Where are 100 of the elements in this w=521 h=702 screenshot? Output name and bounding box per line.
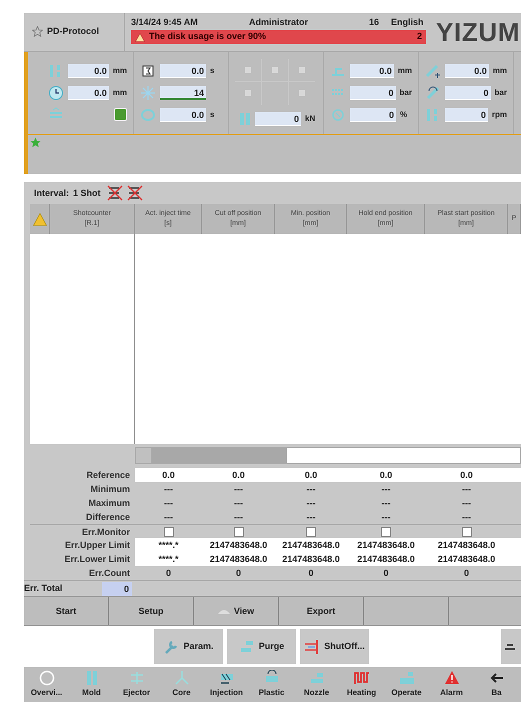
nav-tab[interactable]: Core (159, 667, 204, 702)
checkbox[interactable] (234, 526, 244, 537)
row-label: Maximum (87, 497, 131, 510)
row-label: Reference (85, 469, 131, 482)
table-cell[interactable]: 2147483648.0 (425, 552, 508, 566)
unit-label: mm (492, 64, 507, 77)
function-icon (297, 64, 307, 75)
nav-tab[interactable]: Ejector (114, 667, 159, 702)
unit-label: mm (112, 64, 127, 77)
unit-label: mm (398, 64, 412, 77)
table-cell[interactable]: 0.0 (275, 468, 347, 482)
table-cell-text: --- (461, 497, 472, 510)
user-name: Administrator (249, 16, 310, 30)
checkbox[interactable] (462, 526, 472, 537)
table-cell[interactable]: 0.0 (135, 468, 202, 482)
function-icon (243, 88, 253, 98)
value-field[interactable]: 0.0 (160, 64, 206, 78)
checkbox[interactable] (164, 526, 174, 537)
row-label: Err.Monitor (80, 526, 131, 538)
table-cell-text: 0 (307, 567, 314, 580)
heater-icon (354, 670, 370, 686)
interval-value: 1 Shot (73, 186, 101, 200)
warning-icon (32, 212, 46, 226)
value-field[interactable]: 0.0 (350, 64, 394, 78)
value-field[interactable]: 0.0 (160, 108, 206, 122)
unit-label: % (400, 108, 408, 121)
eye-icon (218, 608, 230, 614)
value-field[interactable]: 0.0 (68, 86, 109, 100)
table-cell-text: --- (163, 511, 174, 524)
table-cell[interactable]: ****.* (135, 538, 202, 552)
table-cell[interactable]: 2147483648.0 (202, 552, 275, 566)
table-cell[interactable]: 0.0 (425, 468, 508, 482)
table-cell-text: --- (163, 497, 174, 510)
table-cell[interactable]: ****.* (135, 552, 202, 566)
screen-title: PD-Protocol (47, 25, 100, 38)
table-cell-text: --- (233, 511, 244, 524)
nav-tab[interactable]: Overvi... (24, 667, 69, 702)
timer-icon (48, 84, 64, 101)
star-icon (30, 136, 41, 148)
table-cell-text: --- (163, 483, 174, 496)
value-field[interactable]: 0 (255, 112, 301, 126)
table-cell-text: --- (461, 483, 472, 496)
nav-tab[interactable]: Injection (204, 667, 249, 702)
horizontal-scrollbar[interactable] (135, 446, 521, 464)
gauge-icon (330, 106, 346, 123)
value-field[interactable]: 0 (445, 108, 488, 122)
action-button[interactable] (501, 629, 521, 664)
warning-icon (135, 32, 145, 42)
action-button[interactable]: Param. (154, 629, 223, 664)
nav-tab[interactable]: Plastic (249, 667, 294, 702)
table-cell[interactable]: 0.0 (202, 468, 275, 482)
function-icon (243, 64, 253, 75)
wrench-icon (163, 638, 180, 655)
action-button[interactable]: Purge (227, 629, 296, 664)
table-cell[interactable]: 2147483648.0 (202, 538, 275, 552)
table-cell[interactable]: 2147483648.0 (275, 538, 347, 552)
core-icon (174, 670, 190, 686)
action-button[interactable]: ShutOff... (300, 629, 369, 664)
nav-tab[interactable]: Heating (339, 667, 384, 702)
value-field[interactable]: 0 (445, 86, 491, 100)
rotation-icon (140, 106, 156, 123)
table-cell-text: --- (306, 483, 316, 496)
disabled-export-icon (106, 185, 123, 202)
table-cell[interactable]: 0.0 (347, 468, 425, 482)
counter-field: 14 (160, 86, 206, 100)
table-cell-text: 0 (462, 567, 470, 580)
table-cell[interactable]: 2147483648.0 (347, 538, 425, 552)
icon-cell[interactable] (262, 58, 288, 82)
table-cell-text: --- (306, 511, 316, 524)
value-field[interactable]: 0.0 (445, 64, 489, 78)
star-icon (32, 26, 43, 38)
nav-tab[interactable]: Nozzle (294, 667, 339, 702)
alarm-bar[interactable]: The disk usage is over 90% 2 (131, 30, 426, 44)
table-cell[interactable]: 2147483648.0 (347, 552, 425, 566)
date-time: 3/14/24 9:45 AM (131, 16, 199, 30)
nav-tab[interactable]: Operate (384, 667, 429, 702)
table-cell[interactable]: 2147483648.0 (425, 538, 508, 552)
value-field[interactable]: 0.0 (68, 64, 109, 78)
row-label: Difference (84, 511, 131, 524)
checkbox[interactable] (381, 526, 391, 537)
table-cell-text: --- (306, 497, 316, 510)
value-field[interactable]: 0 (350, 108, 396, 122)
nav-tab[interactable]: Alarm (429, 667, 474, 702)
value-field[interactable]: 0 (350, 86, 396, 100)
table-cell-text: --- (461, 511, 472, 524)
row-label: Err.Upper Limit (64, 539, 131, 552)
counter-icon (140, 62, 156, 79)
function-icon (297, 88, 307, 98)
interval-label: Interval: (34, 186, 70, 200)
nav-tab[interactable]: Mold (69, 667, 114, 702)
brand-logo: YIZUM (436, 18, 520, 45)
checkbox[interactable] (306, 526, 316, 537)
table-cell-text: --- (380, 483, 392, 496)
nav-tab[interactable]: Ba (474, 667, 519, 702)
err-total-field: 0 (102, 582, 132, 596)
table-cell-text: 0 (164, 567, 172, 580)
table-cell-text: 0 (382, 567, 390, 580)
table-cell[interactable]: 2147483648.0 (275, 552, 347, 566)
unit-label: kN (305, 112, 316, 125)
language-label[interactable]: English (391, 16, 424, 30)
